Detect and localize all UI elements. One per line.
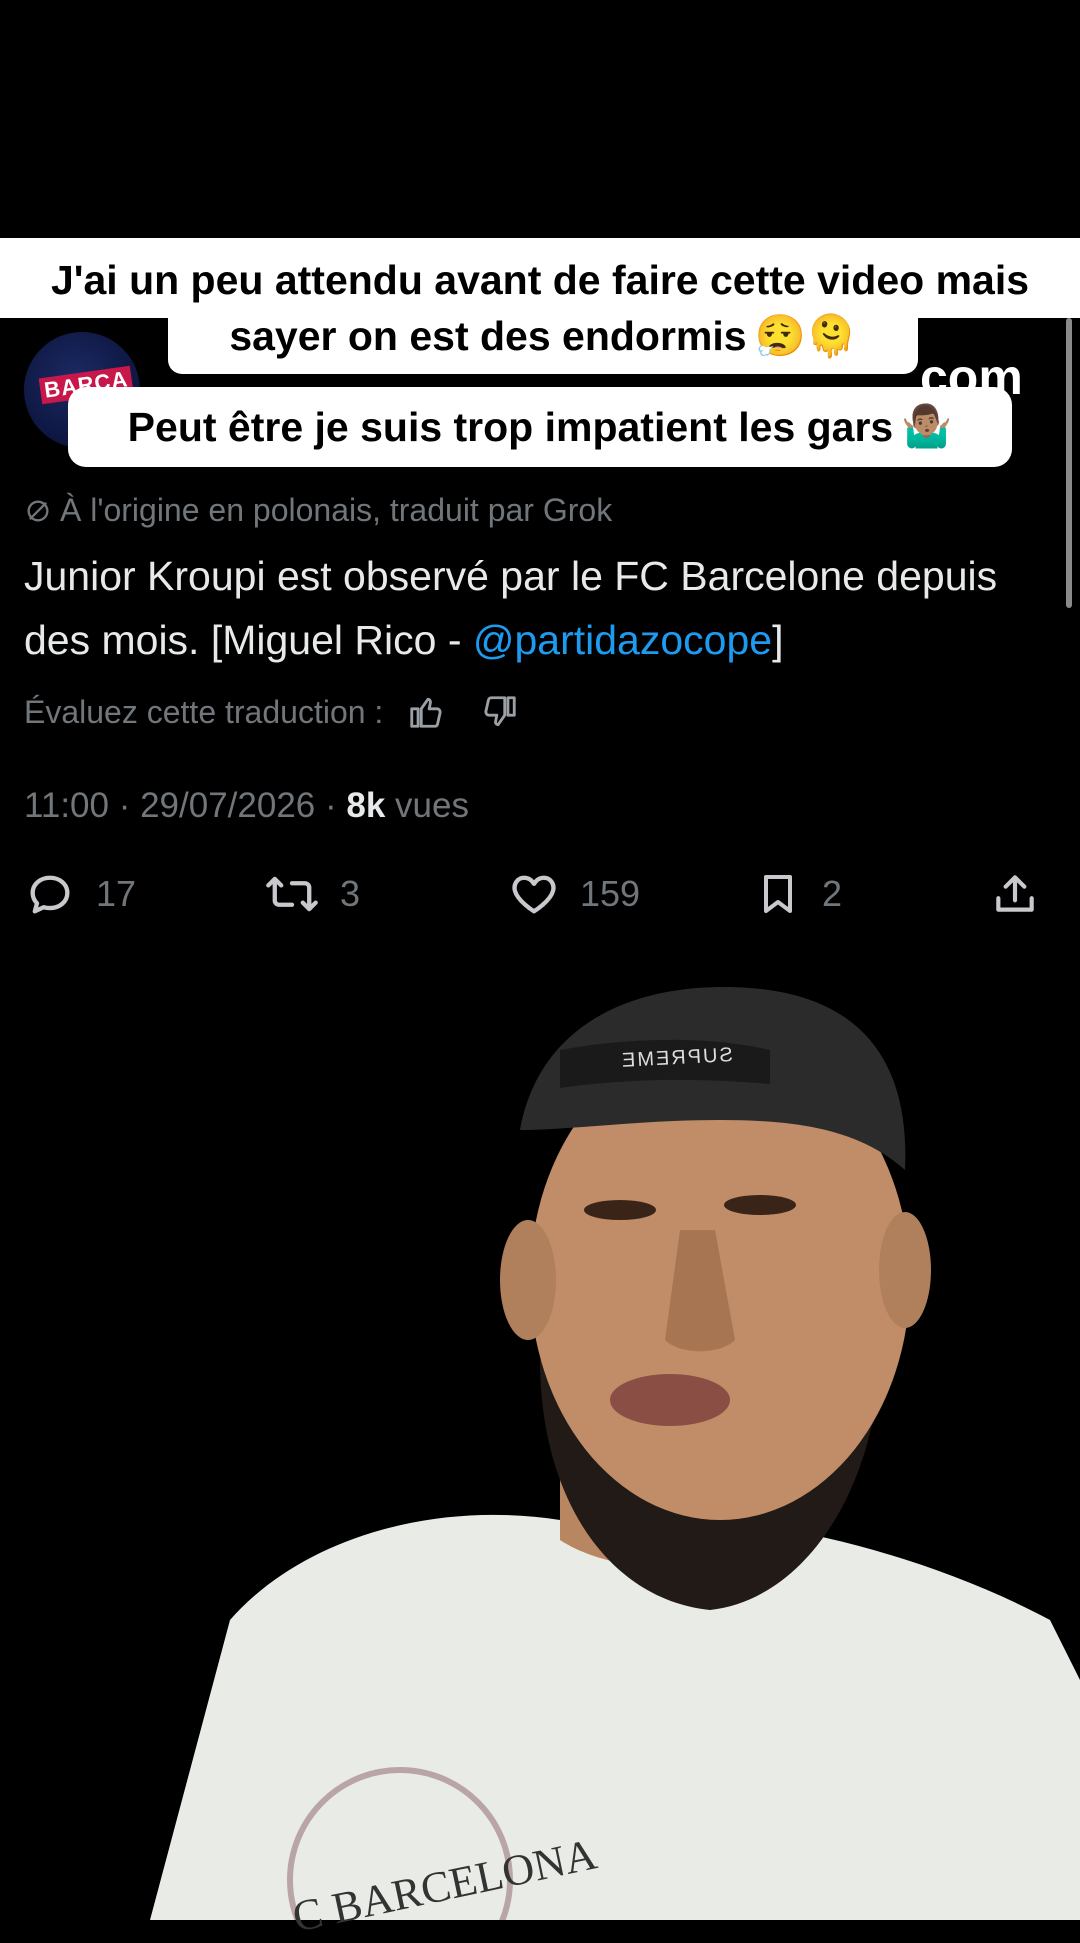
tweet-meta: 11:00 · 29/07/2026 · 8k vues <box>24 786 469 826</box>
caption-line-2-text: sayer on est des endormis <box>229 313 747 359</box>
translation-note: À l'origine en polonais, traduit par Gro… <box>24 492 612 529</box>
rate-label: Évaluez cette traduction : <box>24 693 384 730</box>
caption-line-3-text: Peut être je suis trop impatient les gar… <box>127 403 894 450</box>
heart-icon <box>512 875 556 914</box>
scrollbar[interactable] <box>1066 318 1072 608</box>
caption-line-2-emojis: 😮‍💨🫠 <box>754 313 857 359</box>
thumbs-down-icon[interactable] <box>481 693 519 731</box>
tweet-body-end: ] <box>772 617 784 663</box>
translation-note-text: À l'origine en polonais, traduit par Gro… <box>60 492 613 528</box>
like-button[interactable]: 159 <box>508 868 640 920</box>
views-label: vues <box>385 786 469 825</box>
repost-count: 3 <box>340 873 361 914</box>
tweet-actions: 17 3 159 2 <box>24 868 1044 928</box>
reply-count: 17 <box>96 873 137 914</box>
reply-icon <box>30 875 70 914</box>
repost-icon <box>266 876 318 912</box>
caption-line-3: Peut être je suis trop impatient les gar… <box>68 387 1012 467</box>
bookmark-count: 2 <box>822 873 843 914</box>
shrug-emoji: 🤷🏽‍♂️ <box>901 403 953 449</box>
translate-icon <box>27 500 49 521</box>
timestamp: 11:00 · 29/07/2026 · <box>24 786 347 825</box>
caption-line-1: J'ai un peu attendu avant de faire cette… <box>50 257 1030 303</box>
caption-line-2: sayer on est des endormis 😮‍💨🫠 <box>168 310 918 362</box>
thumbs-up-icon[interactable] <box>407 693 445 731</box>
bookmark-icon <box>764 875 792 913</box>
repost-button[interactable]: 3 <box>264 868 360 920</box>
share-button[interactable] <box>990 868 1040 920</box>
like-count: 159 <box>580 873 641 914</box>
views-count: 8k <box>346 786 386 825</box>
bookmark-button[interactable]: 2 <box>754 868 842 920</box>
video-person <box>150 987 1080 1920</box>
translation-rating: Évaluez cette traduction : <box>24 693 519 731</box>
tweet-body: Junior Kroupi est observé par le FC Barc… <box>24 544 1054 672</box>
share-icon <box>996 875 1034 912</box>
reply-button[interactable]: 17 <box>24 868 136 920</box>
mention-link[interactable]: @partidazocope <box>473 617 772 663</box>
